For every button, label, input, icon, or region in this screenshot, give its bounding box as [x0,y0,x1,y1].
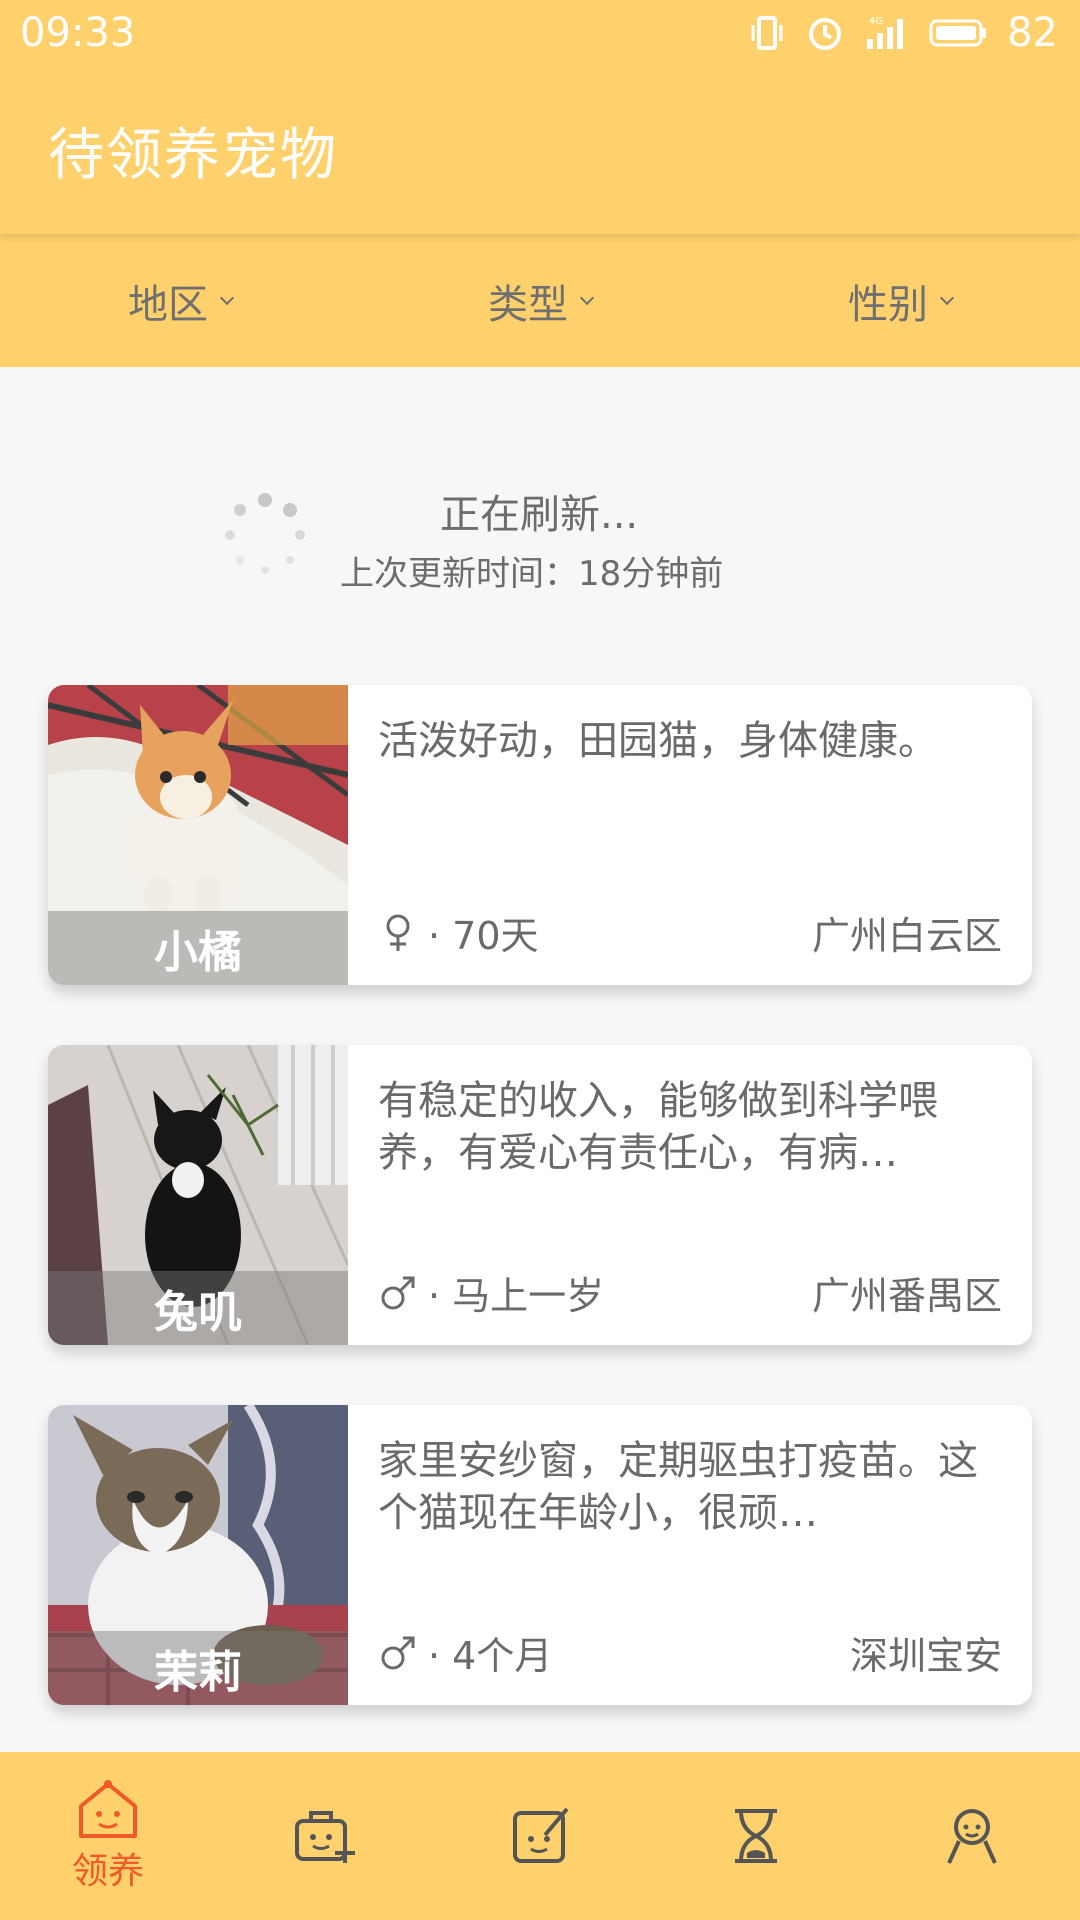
pet-age: · 4个月 [428,1634,553,1678]
pet-description: 家里安纱窗，定期驱虫打疫苗。这个猫现在年龄小，很顽… [378,1438,978,1536]
pet-card[interactable]: 兔叽 有稳定的收入，能够做到科学喂养，有爱心有责任心，有病… · 马上一岁 广州… [48,1045,1032,1345]
home-smile-icon [79,1780,137,1838]
nav-profile[interactable] [864,1752,1080,1920]
pet-name: 茉莉 [48,1631,348,1705]
bottom-navigation: 领养 [0,1752,1080,1920]
nav-publish[interactable] [432,1752,648,1920]
filter-region[interactable]: 地区 [0,272,360,330]
status-time: 09:33 [20,10,136,56]
refresh-status: 正在刷新... [440,492,639,538]
pet-info: 有稳定的收入，能够做到科学喂养，有爱心有责任心，有病… · 马上一岁 广州番禺区 [348,1045,1032,1345]
battery-level: 82 [1007,10,1058,56]
app-bar: 待领养宠物 [0,66,1080,234]
refresh-header: 正在刷新... 上次更新时间：18分钟前 [0,470,1080,600]
loading-spinner-icon [225,493,305,574]
filter-label: 类型 [488,281,568,328]
pet-info: 家里安纱窗，定期驱虫打疫苗。这个猫现在年龄小，很顽… · 4个月 深圳宝安 [348,1405,1032,1705]
pet-card[interactable]: 茉莉 家里安纱窗，定期驱虫打疫苗。这个猫现在年龄小，很顽… · 4个月 深圳宝安 [48,1405,1032,1705]
filter-bar: 地区 类型 性别 [0,234,1080,367]
last-updated: 上次更新时间：18分钟前 [340,554,724,594]
chevron-down-icon [579,290,595,305]
page-title: 待领养宠物 [48,122,338,188]
pet-location: 广州白云区 [811,914,1002,958]
status-icons: 4G 82 [747,10,1058,56]
filter-label: 地区 [128,281,208,328]
filter-gender[interactable]: 性别 [720,272,1080,330]
pet-info: 活泼好动，田园猫，身体健康。 · 70天 广州白云区 [348,685,1032,985]
female-icon [378,913,418,953]
filter-type[interactable]: 类型 [360,272,720,330]
chevron-down-icon [939,290,955,305]
pet-photo: 小橘 [48,685,348,985]
pet-photo: 兔叽 [48,1045,348,1345]
pet-location: 广州番禺区 [811,1274,1002,1318]
pet-meta: · 马上一岁 广州番禺区 [378,1265,1002,1320]
nav-post-pet[interactable] [216,1752,432,1920]
battery-icon [929,13,989,53]
status-bar: 09:33 4G 82 [0,0,1080,66]
male-icon [378,1633,418,1673]
edit-note-icon [513,1807,569,1863]
pet-age: · 马上一岁 [428,1274,605,1318]
alarm-icon [805,13,845,53]
nav-label: 领养 [71,1851,144,1892]
pet-location: 深圳宝安 [849,1634,1002,1678]
pet-description: 有稳定的收入，能够做到科学喂养，有爱心有责任心，有病… [378,1078,938,1176]
pet-name: 小橘 [48,911,348,985]
pet-carrier-add-icon [295,1811,355,1863]
chevron-down-icon [219,290,235,305]
network-label: 4G [869,16,883,27]
pet-card[interactable]: 小橘 活泼好动，田园猫，身体健康。 · 70天 广州白云区 [48,685,1032,985]
nav-history[interactable] [648,1752,864,1920]
nav-adopt[interactable]: 领养 [0,1752,216,1920]
vibrate-icon [747,13,787,53]
pet-age: · 70天 [428,914,539,958]
pet-name: 兔叽 [48,1271,348,1345]
hourglass-icon [735,1809,777,1863]
signal-icon: 4G [863,13,911,53]
filter-label: 性别 [848,281,928,328]
pet-meta: · 4个月 深圳宝安 [378,1625,1002,1680]
male-icon [378,1273,418,1313]
pet-description: 活泼好动，田园猫，身体健康。 [378,718,938,764]
pet-photo: 茉莉 [48,1405,348,1705]
profile-icon [947,1809,997,1864]
pet-meta: · 70天 广州白云区 [378,905,1002,960]
